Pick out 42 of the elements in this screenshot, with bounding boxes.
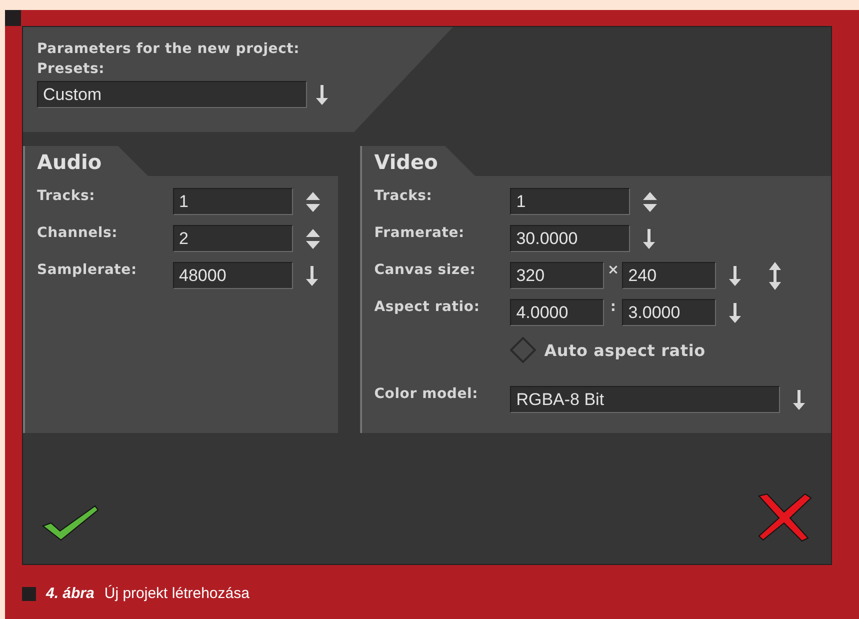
caption-square (22, 586, 36, 600)
down-arrow-icon[interactable] (728, 302, 742, 324)
up-down-arrow-icon[interactable] (768, 262, 782, 290)
presets-dropdown[interactable]: Custom (37, 81, 307, 108)
corner-square (5, 10, 21, 26)
down-arrow-icon[interactable] (792, 388, 806, 410)
header-title: Parameters for the new project: (37, 41, 301, 57)
number-field[interactable]: 240 (622, 262, 716, 289)
spin-arrows-icon[interactable] (305, 228, 321, 250)
checkbox[interactable] (510, 337, 536, 363)
number-field[interactable]: 2 (173, 225, 293, 252)
field-label: Canvas size: (374, 262, 476, 278)
number-field[interactable]: 1 (173, 188, 293, 215)
checkbox-label: Auto aspect ratio (544, 340, 706, 360)
color-model-dropdown[interactable]: RGBA-8 Bit (510, 386, 780, 413)
field-label: Channels: (37, 225, 118, 241)
presets-label: Presets: (37, 61, 106, 77)
separator-text: × (606, 262, 620, 278)
panel-title: Video (374, 149, 439, 176)
cancel-x-icon[interactable] (755, 492, 813, 542)
field-label: Samplerate: (37, 262, 137, 278)
down-arrow-icon[interactable] (305, 264, 319, 286)
field-label: Aspect ratio: (374, 299, 480, 315)
number-field[interactable]: 4.0000 (510, 299, 604, 326)
spin-arrows-icon[interactable] (642, 190, 658, 212)
figure-caption: Új projekt létrehozása (104, 585, 250, 602)
down-arrow-icon[interactable] (315, 84, 329, 106)
spin-arrows-icon[interactable] (305, 190, 321, 212)
number-field[interactable]: 3.0000 (622, 299, 716, 326)
number-field[interactable]: 320 (510, 262, 604, 289)
field-label: Color model: (374, 386, 478, 402)
field-label: Tracks: (374, 188, 432, 204)
down-arrow-icon[interactable] (728, 264, 742, 286)
number-field[interactable]: 30.0000 (510, 225, 630, 252)
field-label: Tracks: (37, 188, 96, 204)
panel-title: Audio (37, 149, 103, 176)
field-label: Framerate: (374, 225, 464, 241)
number-field[interactable]: 1 (510, 188, 630, 215)
down-arrow-icon[interactable] (642, 228, 656, 250)
separator-text: : (609, 299, 617, 315)
figure-number: 4. ábra (46, 585, 94, 602)
number-field[interactable]: 48000 (173, 262, 293, 289)
